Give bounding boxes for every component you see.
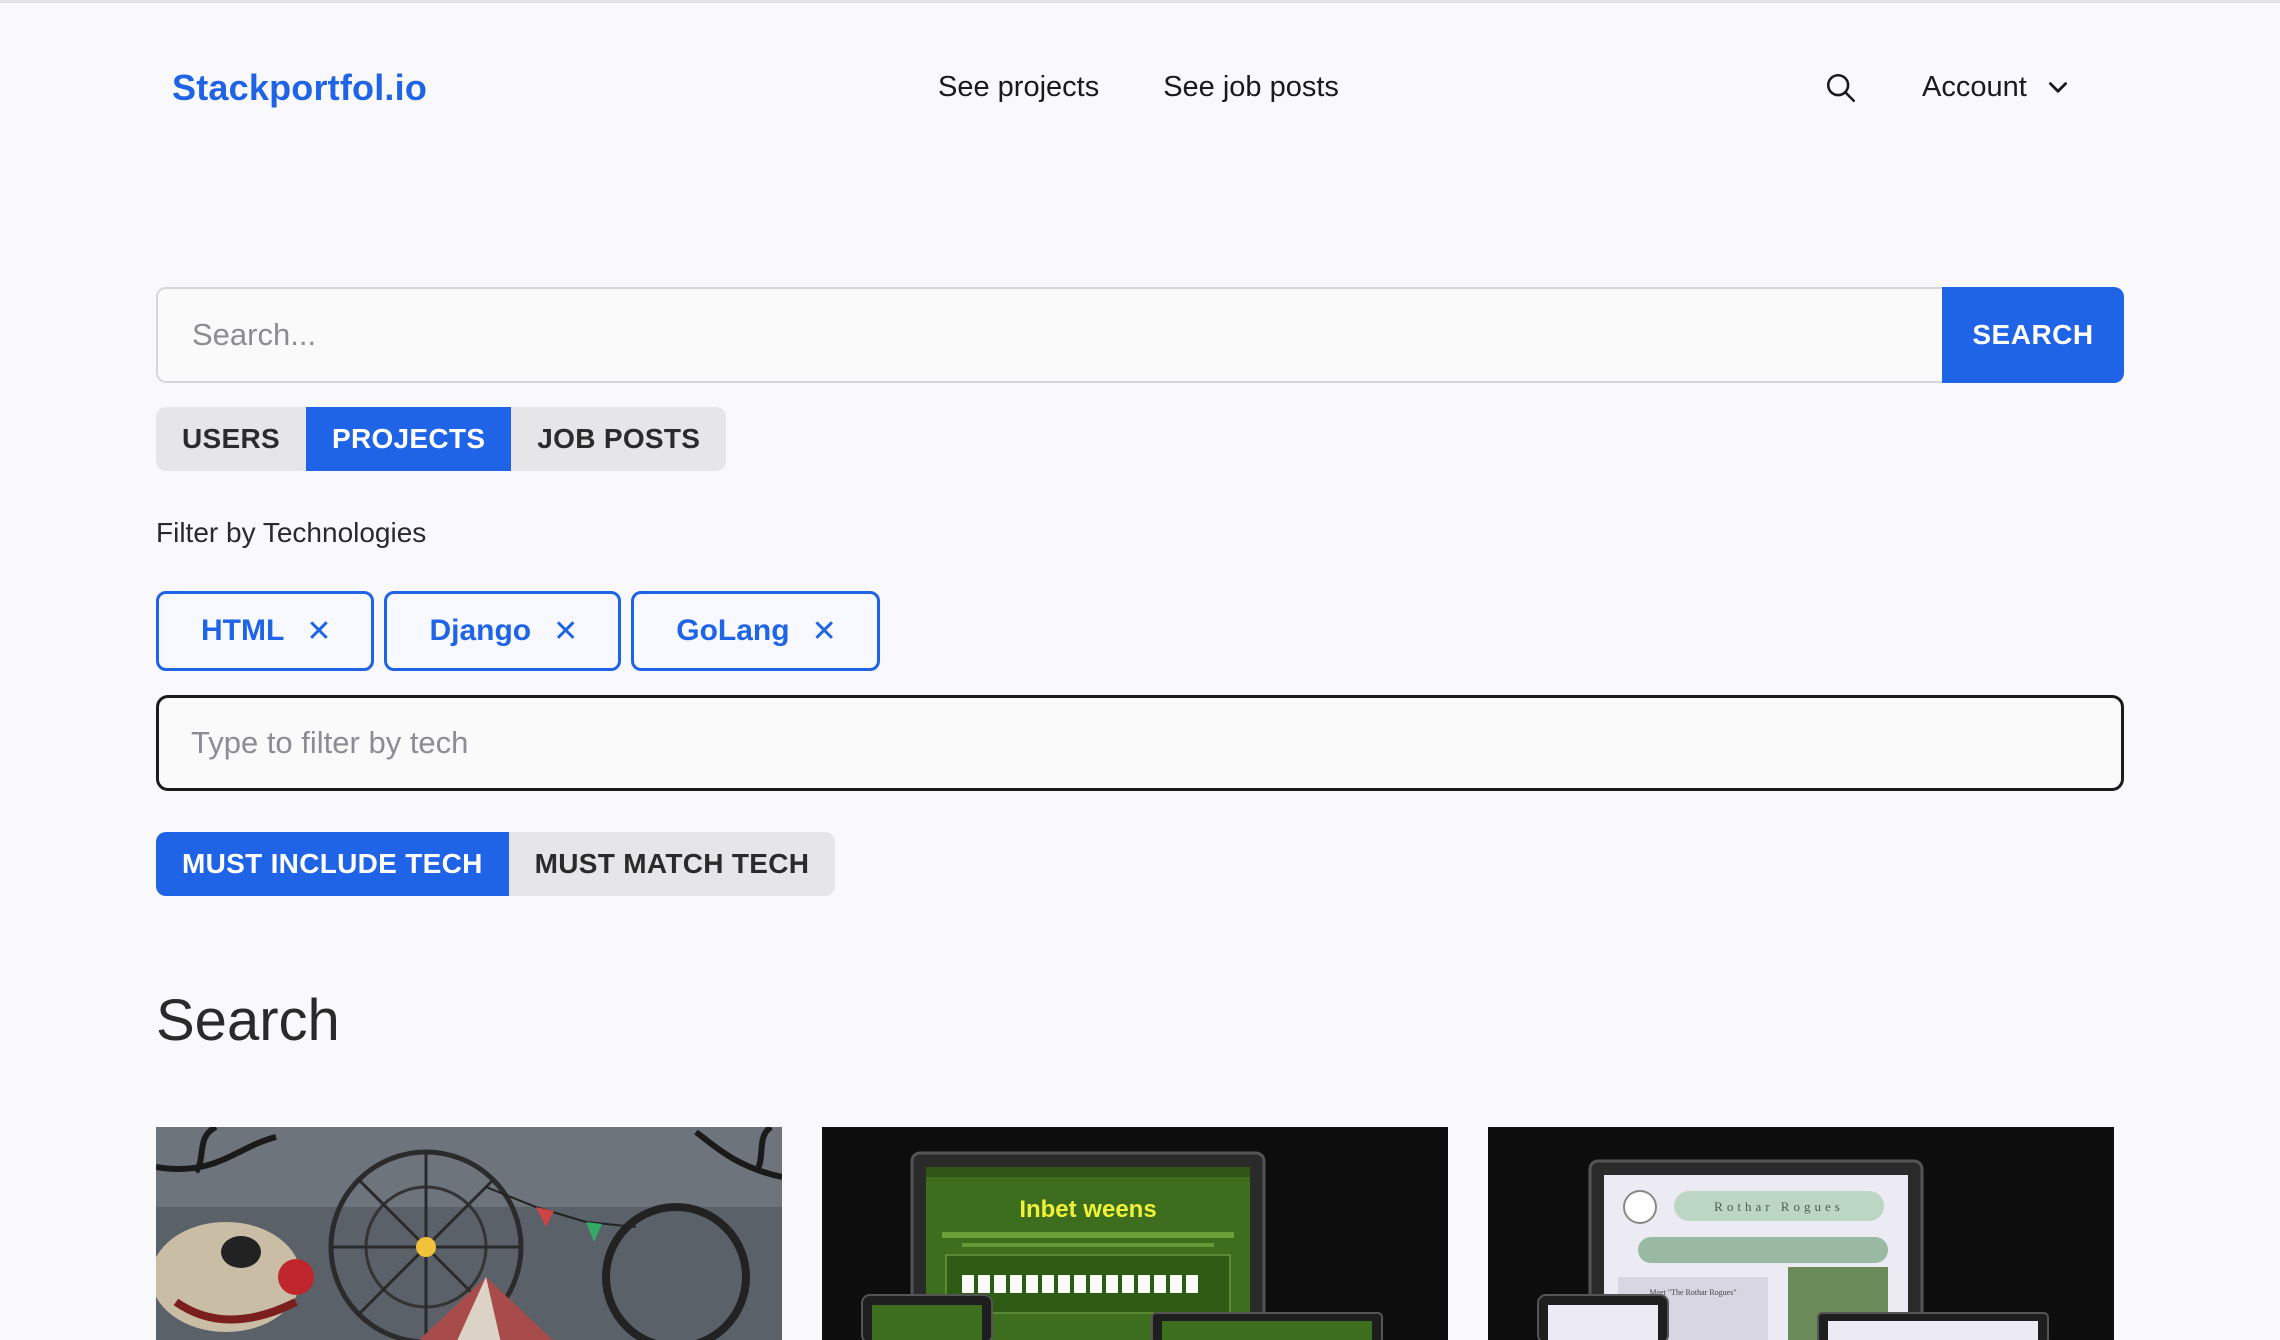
tab-must-match-tech[interactable]: MUST MATCH TECH	[509, 832, 836, 896]
account-menu[interactable]: Account	[1922, 71, 2071, 104]
close-icon[interactable]: ✕	[306, 614, 331, 649]
chip-label: GoLang	[676, 614, 790, 647]
match-mode-tabs: MUST INCLUDE TECH MUST MATCH TECH	[156, 832, 836, 896]
site-logo[interactable]: Stackportfol.io	[172, 67, 427, 109]
tab-users[interactable]: USERS	[156, 407, 306, 471]
thumbnail-title: Rothar Rogues	[1714, 1199, 1844, 1214]
main-nav: See projects See job posts	[938, 71, 1339, 104]
tech-chip-golang[interactable]: GoLang ✕	[631, 591, 880, 671]
search-bar: SEARCH	[156, 287, 2124, 383]
project-card[interactable]	[156, 1127, 782, 1340]
chevron-down-icon	[2048, 81, 2067, 93]
account-label: Account	[1922, 71, 2027, 103]
chip-label: Django	[429, 614, 532, 647]
thumbnail-title: Inbet weens	[1019, 1196, 1156, 1223]
filter-label: Filter by Technologies	[156, 517, 427, 548]
nav-see-job-posts[interactable]: See job posts	[1163, 71, 1339, 104]
chip-label: HTML	[201, 614, 285, 647]
tech-chips: HTML ✕ Django ✕ GoLang ✕	[156, 591, 880, 671]
search-icon[interactable]	[1824, 71, 1858, 105]
project-card[interactable]: Rothar Rogues Meet "The Rothar Rogues"	[1488, 1127, 2114, 1340]
close-icon[interactable]: ✕	[553, 614, 578, 649]
nav-see-projects[interactable]: See projects	[938, 71, 1099, 104]
tech-chip-html[interactable]: HTML ✕	[156, 591, 375, 671]
results-title: Search	[156, 988, 340, 1053]
tab-projects[interactable]: PROJECTS	[305, 407, 512, 471]
project-thumbnail	[156, 1127, 782, 1340]
tab-job-posts[interactable]: JOB POSTS	[511, 407, 726, 471]
project-thumbnail: Rothar Rogues Meet "The Rothar Rogues"	[1488, 1127, 2114, 1340]
close-icon[interactable]: ✕	[812, 614, 837, 649]
project-thumbnail: Inbet weens	[822, 1127, 1448, 1340]
project-card[interactable]: Inbet weens	[822, 1127, 1448, 1340]
search-input[interactable]	[156, 287, 1942, 383]
tab-must-include-tech[interactable]: MUST INCLUDE TECH	[156, 832, 509, 896]
search-button[interactable]: SEARCH	[1942, 287, 2124, 383]
site-header: Stackportfol.io See projects See job pos…	[0, 3, 2280, 179]
tech-filter-input[interactable]	[156, 695, 2124, 791]
search-type-tabs: USERS PROJECTS JOB POSTS	[156, 407, 727, 471]
tech-chip-django[interactable]: Django ✕	[384, 591, 622, 671]
